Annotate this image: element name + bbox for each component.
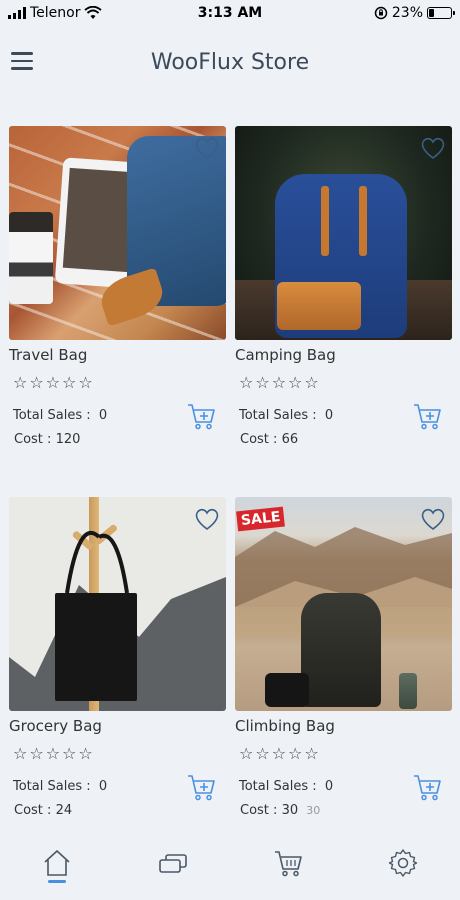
add-to-cart-icon[interactable]: [186, 772, 216, 802]
star-icon[interactable]: ☆: [62, 744, 76, 763]
star-icon[interactable]: ☆: [288, 373, 302, 392]
add-to-cart-icon[interactable]: [412, 772, 442, 802]
backpack-pocket-image: [277, 282, 361, 330]
product-image-climbing-bag[interactable]: SALE: [235, 497, 452, 711]
cost: Cost : 24: [14, 803, 72, 818]
cards-icon[interactable]: [158, 848, 188, 878]
star-icon[interactable]: ☆: [272, 744, 286, 763]
total-sales-value: 0: [98, 408, 108, 423]
orientation-lock-icon: [374, 6, 388, 20]
product-card[interactable]: Camping Bag ☆ ☆ ☆ ☆ ☆ Total Sales : 0 Cost :…: [235, 126, 452, 447]
cost: Cost : 30 30: [240, 803, 320, 818]
product-image-camping-bag[interactable]: [235, 126, 452, 340]
star-icon[interactable]: ☆: [255, 744, 269, 763]
product-name[interactable]: Camping Bag: [235, 346, 452, 364]
water-bottle-image: [399, 673, 417, 709]
product-name[interactable]: Climbing Bag: [235, 717, 452, 735]
add-to-cart-icon[interactable]: [412, 401, 442, 431]
rating-stars[interactable]: ☆ ☆ ☆ ☆ ☆: [13, 373, 226, 392]
total-sales: Total Sales : 0: [13, 779, 107, 794]
app-bar: WooFlux Store: [0, 40, 460, 84]
rating-stars[interactable]: ☆ ☆ ☆ ☆ ☆: [239, 373, 452, 392]
total-sales-value: 0: [98, 779, 108, 794]
product-name[interactable]: Travel Bag: [9, 346, 226, 364]
battery-icon: [427, 7, 455, 19]
star-icon[interactable]: ☆: [272, 373, 286, 392]
total-sales-value: 0: [324, 779, 334, 794]
status-bar: Telenor 3:13 AM 23%: [0, 0, 460, 28]
star-icon[interactable]: ☆: [304, 373, 318, 392]
cost-value: 120: [55, 432, 81, 447]
heart-icon[interactable]: [194, 136, 220, 160]
total-sales-label: Total Sales :: [239, 408, 317, 423]
product-card[interactable]: SALE Climbing Bag ☆ ☆ ☆ ☆ ☆ Total Sales : 0 …: [235, 497, 452, 818]
rating-stars[interactable]: ☆ ☆ ☆ ☆ ☆: [239, 744, 452, 763]
star-icon[interactable]: ☆: [46, 373, 60, 392]
product-card[interactable]: Travel Bag ☆ ☆ ☆ ☆ ☆ Total Sales : 0 Cost : …: [9, 126, 226, 447]
total-sales-label: Total Sales :: [239, 779, 317, 794]
star-icon[interactable]: ☆: [13, 373, 27, 392]
cost-label: Cost :: [14, 803, 52, 818]
total-sales: Total Sales : 0: [239, 779, 333, 794]
cost: Cost : 66: [240, 432, 298, 447]
product-image-grocery-bag[interactable]: [9, 497, 226, 711]
star-icon[interactable]: ☆: [46, 744, 60, 763]
star-icon[interactable]: ☆: [239, 373, 253, 392]
star-icon[interactable]: ☆: [255, 373, 269, 392]
cost-label: Cost :: [240, 803, 278, 818]
status-right: 23%: [374, 5, 455, 21]
heart-icon[interactable]: [194, 507, 220, 531]
old-cost-value: 30: [306, 804, 321, 817]
star-icon[interactable]: ☆: [78, 744, 92, 763]
rating-stars[interactable]: ☆ ☆ ☆ ☆ ☆: [13, 744, 226, 763]
star-icon[interactable]: ☆: [29, 373, 43, 392]
product-image-travel-bag[interactable]: [9, 126, 226, 340]
coffee-cup-image: [9, 212, 53, 304]
cost-label: Cost :: [14, 432, 52, 447]
camera-image: [265, 673, 309, 707]
cost-value: 66: [281, 432, 299, 447]
star-icon[interactable]: ☆: [13, 744, 27, 763]
star-icon[interactable]: ☆: [29, 744, 43, 763]
home-icon[interactable]: [42, 848, 72, 878]
bottom-nav: [0, 836, 460, 900]
star-icon[interactable]: ☆: [239, 744, 253, 763]
total-sales-value: 0: [324, 408, 334, 423]
dark-backpack-image: [301, 593, 381, 707]
product-name[interactable]: Grocery Bag: [9, 717, 226, 735]
settings-icon[interactable]: [388, 848, 418, 878]
star-icon[interactable]: ☆: [288, 744, 302, 763]
total-sales: Total Sales : 0: [13, 408, 107, 423]
cart-icon[interactable]: [273, 848, 303, 878]
total-sales-label: Total Sales :: [13, 408, 91, 423]
heart-icon[interactable]: [420, 136, 446, 160]
total-sales-label: Total Sales :: [13, 779, 91, 794]
cost-value: 30: [281, 803, 299, 818]
total-sales: Total Sales : 0: [239, 408, 333, 423]
battery-percent: 23%: [391, 5, 423, 21]
add-to-cart-icon[interactable]: [186, 401, 216, 431]
star-icon[interactable]: ☆: [62, 373, 76, 392]
cost-label: Cost :: [240, 432, 278, 447]
active-tab-indicator: [48, 880, 66, 883]
heart-icon[interactable]: [420, 507, 446, 531]
star-icon[interactable]: ☆: [78, 373, 92, 392]
star-icon[interactable]: ☆: [304, 744, 318, 763]
app-title: WooFlux Store: [150, 50, 310, 75]
cost: Cost : 120: [14, 432, 80, 447]
cost-value: 24: [55, 803, 73, 818]
product-card[interactable]: Grocery Bag ☆ ☆ ☆ ☆ ☆ Total Sales : 0 Cost :…: [9, 497, 226, 818]
